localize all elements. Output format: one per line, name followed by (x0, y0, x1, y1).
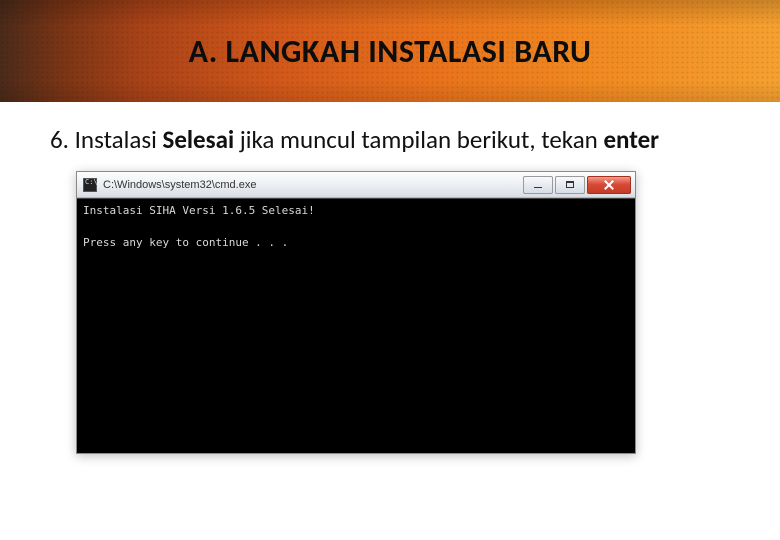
window-title-path: C:\Windows\system32\cmd.exe (103, 179, 521, 191)
close-button[interactable] (587, 176, 631, 194)
close-icon (604, 180, 614, 190)
cmd-window: C:\Windows\system32\cmd.exe Instalasi SI… (76, 171, 636, 454)
terminal-blank (83, 219, 629, 235)
terminal-line-1: Instalasi SIHA Versi 1.6.5 Selesai! (83, 203, 629, 219)
step-bold-enter: enter (603, 124, 659, 155)
window-controls (521, 176, 631, 194)
cmd-icon (83, 178, 97, 192)
step-middle: jika muncul tampilan berikut, tekan (234, 124, 603, 155)
step-prefix: 6. Instalasi (50, 124, 163, 155)
step-bold-selesai: Selesai (163, 124, 235, 155)
step-text: 6. Instalasi Selesai jika muncul tampila… (50, 124, 740, 155)
window-titlebar: C:\Windows\system32\cmd.exe (77, 172, 635, 198)
header-banner: A. LANGKAH INSTALASI BARU (0, 0, 780, 102)
terminal-body[interactable]: Instalasi SIHA Versi 1.6.5 Selesai! Pres… (77, 198, 635, 453)
maximize-button[interactable] (555, 176, 585, 194)
terminal-line-2: Press any key to continue . . . (83, 235, 629, 251)
page-title: A. LANGKAH INSTALASI BARU (189, 32, 592, 71)
maximize-icon (566, 181, 574, 188)
minimize-icon (534, 187, 542, 189)
minimize-button[interactable] (523, 176, 553, 194)
content-area: 6. Instalasi Selesai jika muncul tampila… (0, 102, 780, 454)
